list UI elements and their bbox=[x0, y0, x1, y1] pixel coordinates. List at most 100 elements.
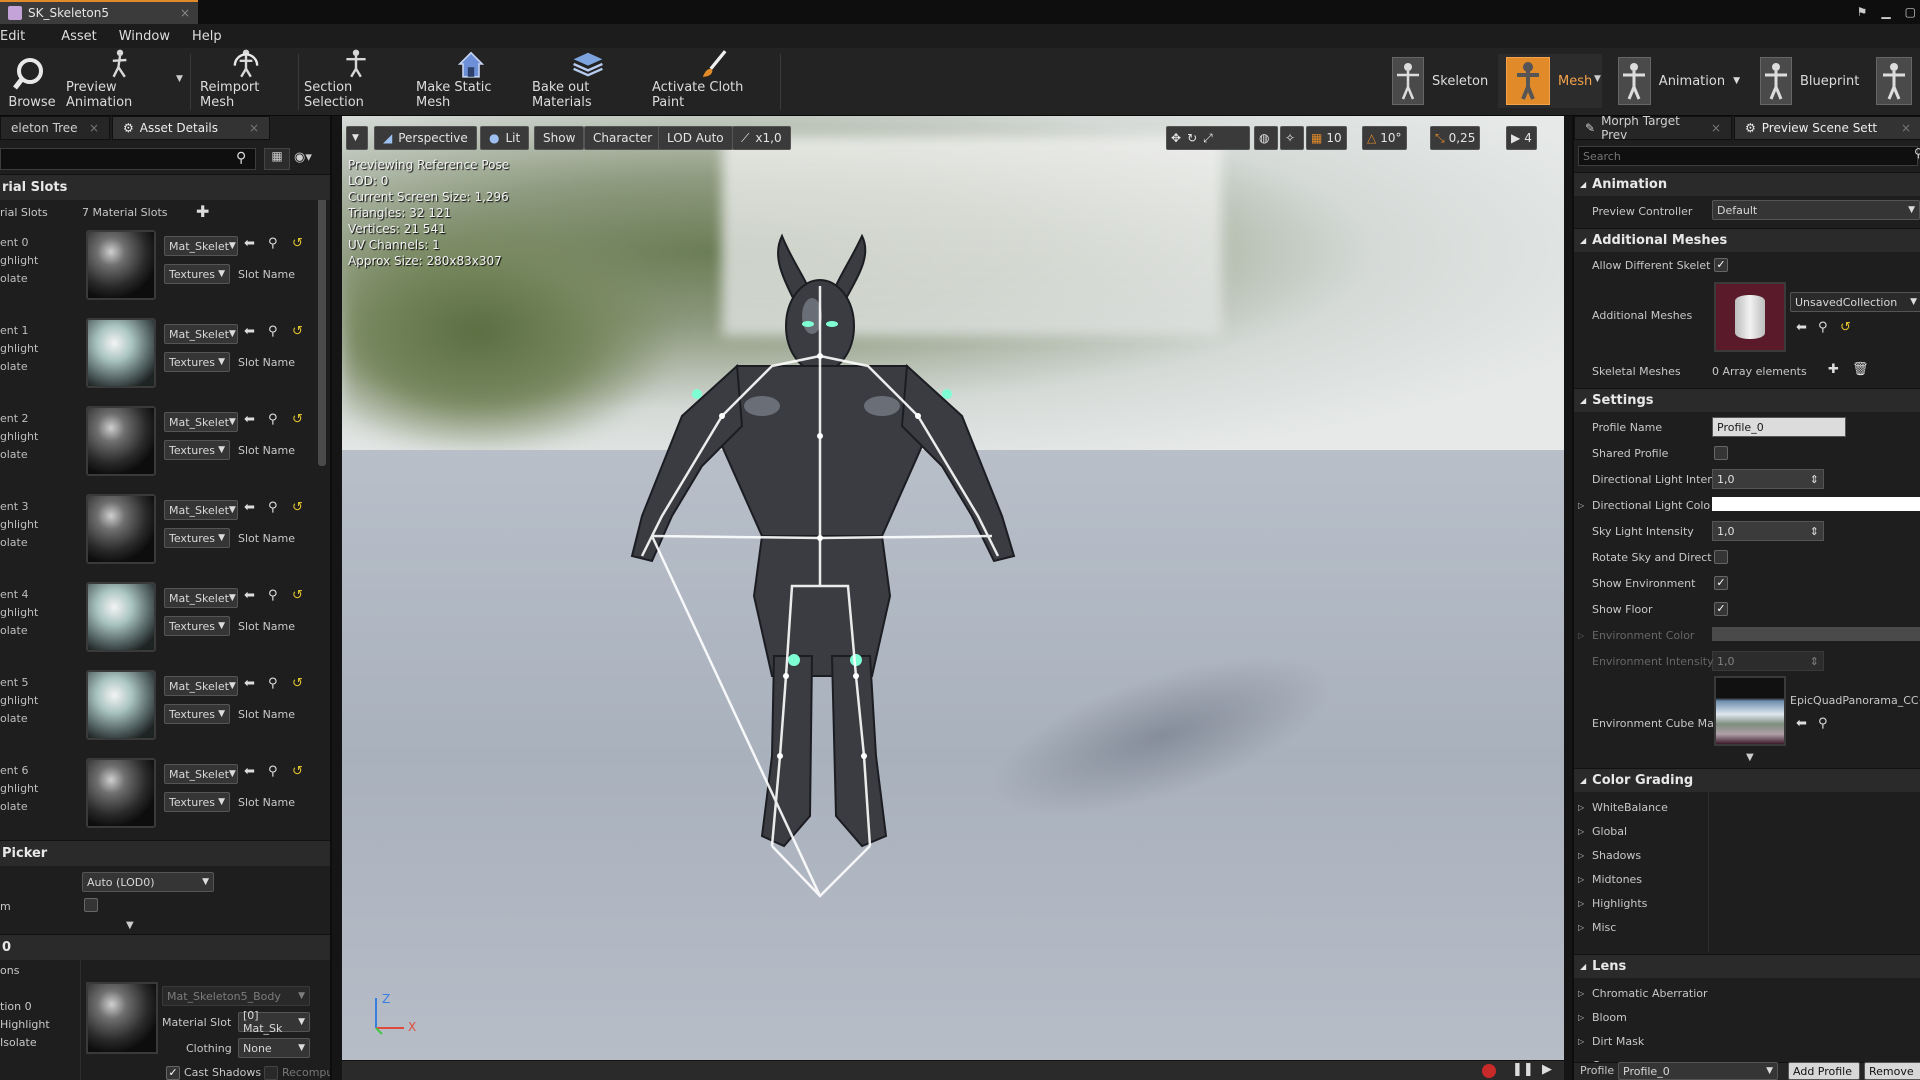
spin-icon[interactable]: ⇕ bbox=[1810, 473, 1819, 486]
material-combo[interactable]: Mat_Skelet ▼ bbox=[164, 764, 238, 784]
expand-arrow-icon[interactable]: ▼ bbox=[126, 920, 134, 931]
collection-dropdown[interactable]: UnsavedCollection ▼ bbox=[1790, 292, 1920, 312]
preview-animation-button[interactable]: Preview Animation bbox=[66, 48, 174, 116]
reset-icon[interactable]: ↺ bbox=[292, 500, 303, 515]
scale-icon[interactable]: ⤢ bbox=[1203, 131, 1213, 146]
minimize-icon[interactable]: ▁ bbox=[1881, 5, 1890, 19]
menu-window[interactable]: Window bbox=[119, 29, 170, 44]
close-tab-icon[interactable]: × bbox=[1711, 121, 1721, 135]
textures-dropdown[interactable]: Textures ▼ bbox=[164, 528, 230, 548]
expand-arrow-icon[interactable]: ▼ bbox=[1746, 752, 1754, 763]
lens-header[interactable]: ◢ Lens bbox=[1574, 954, 1920, 978]
mode-mesh[interactable]: Mesh bbox=[1498, 54, 1602, 108]
mode-physics[interactable] bbox=[1868, 54, 1920, 108]
clothing-combo[interactable]: None ▼ bbox=[238, 1038, 310, 1058]
cast-shadows-checkbox[interactable]: ✓ bbox=[166, 1066, 180, 1080]
textures-dropdown[interactable]: Textures ▼ bbox=[164, 440, 230, 460]
material-slots-header[interactable]: rial Slots bbox=[0, 174, 330, 200]
recompute-checkbox[interactable] bbox=[264, 1066, 278, 1080]
bake-out-materials-button[interactable]: Bake out Materials bbox=[532, 48, 644, 116]
character-button[interactable]: Character bbox=[584, 126, 662, 150]
document-tab[interactable]: SK_Skeleton5 × bbox=[0, 0, 198, 24]
color-grading-item[interactable]: ▷ Shadows bbox=[1574, 842, 1920, 868]
show-environment-checkbox[interactable]: ✓ bbox=[1714, 576, 1728, 590]
material-thumbnail[interactable] bbox=[86, 318, 156, 388]
lens-item[interactable]: ▷ Dirt Mask bbox=[1574, 1028, 1920, 1054]
section-0-material-thumbnail[interactable] bbox=[86, 982, 158, 1054]
use-selected-icon[interactable]: ⬅ bbox=[244, 412, 255, 427]
lit-button[interactable]: ● Lit bbox=[480, 126, 530, 150]
use-selected-icon[interactable]: ⬅ bbox=[244, 500, 255, 515]
lod-dropdown[interactable]: Auto (LOD0) ▼ bbox=[82, 872, 214, 892]
color-grading-item[interactable]: ▷ WhiteBalance bbox=[1574, 794, 1920, 820]
viewport[interactable]: ▼ ◢ Perspective ● Lit Show Character LOD A… bbox=[342, 116, 1564, 1060]
mode-blueprint[interactable]: Blueprint bbox=[1752, 54, 1864, 108]
picker-checkbox[interactable] bbox=[84, 898, 98, 912]
maximize-icon[interactable]: ▢ bbox=[1905, 5, 1916, 19]
tab-morph-target-preview[interactable]: ✎ Morph Target Prev × bbox=[1574, 116, 1732, 142]
section-selection-button[interactable]: Section Selection bbox=[304, 48, 408, 116]
material-combo[interactable]: Mat_Skelet ▼ bbox=[164, 412, 238, 432]
browse-button[interactable]: Browse bbox=[6, 48, 58, 116]
notification-icon[interactable]: ⚑ bbox=[1857, 5, 1868, 19]
environment-intensity-field[interactable]: 1,0 ⇕ bbox=[1712, 651, 1824, 671]
color-grading-item[interactable]: ▷ Highlights bbox=[1574, 890, 1920, 916]
tab-asset-details[interactable]: ⚙ Asset Details × bbox=[112, 116, 270, 140]
reset-icon[interactable]: ↺ bbox=[292, 676, 303, 691]
use-selected-icon[interactable]: ⬅ bbox=[244, 676, 255, 691]
expand-icon[interactable]: ▷ bbox=[1578, 631, 1584, 640]
textures-dropdown[interactable]: Textures ▼ bbox=[164, 352, 230, 372]
color-grading-item[interactable]: ▷ Midtones bbox=[1574, 866, 1920, 892]
tab-skeleton-tree[interactable]: eleton Tree × bbox=[0, 116, 110, 140]
record-button[interactable] bbox=[1482, 1064, 1496, 1078]
mode-animation-dropdown[interactable]: ▼ bbox=[1733, 76, 1740, 86]
close-tab-icon[interactable]: × bbox=[1901, 121, 1911, 135]
scale-snap-button[interactable]: ⤡ 0,25 bbox=[1430, 126, 1481, 150]
play-icon[interactable]: ▶ bbox=[1542, 1062, 1552, 1077]
spin-icon[interactable]: ⇕ bbox=[1810, 655, 1819, 668]
reset-icon[interactable]: ↺ bbox=[292, 324, 303, 339]
material-thumbnail[interactable] bbox=[86, 230, 156, 300]
show-button[interactable]: Show bbox=[534, 126, 585, 150]
search-icon[interactable]: ⚲ bbox=[236, 150, 246, 166]
color-grading-header[interactable]: ◢ Color Grading bbox=[1574, 768, 1920, 792]
use-selected-icon[interactable]: ⬅ bbox=[244, 324, 255, 339]
lod-picker-header[interactable]: Picker bbox=[0, 840, 330, 866]
material-combo[interactable]: Mat_Skelet ▼ bbox=[164, 236, 238, 256]
browse-icon[interactable]: ⚲ bbox=[268, 588, 278, 603]
visibility-icon[interactable]: ◉▾ bbox=[294, 150, 312, 165]
close-tab-icon[interactable]: × bbox=[180, 6, 190, 20]
add-profile-button[interactable]: Add Profile bbox=[1788, 1062, 1860, 1080]
collection-thumbnail[interactable] bbox=[1714, 282, 1786, 352]
delete-icon[interactable]: 🗑 bbox=[1852, 362, 1869, 377]
lens-item[interactable]: ▷ Bloom bbox=[1574, 1004, 1920, 1030]
pause-icon[interactable]: ❚❚ bbox=[1512, 1062, 1534, 1077]
browse-icon[interactable]: ⚲ bbox=[268, 500, 278, 515]
reset-icon[interactable]: ↺ bbox=[292, 588, 303, 603]
browse-icon[interactable]: ⚲ bbox=[268, 236, 278, 251]
use-selected-icon[interactable]: ⬅ bbox=[244, 764, 255, 779]
environment-cube-thumbnail[interactable] bbox=[1714, 676, 1786, 746]
browse-icon[interactable]: ⚲ bbox=[268, 412, 278, 427]
material-combo[interactable]: Mat_Skelet ▼ bbox=[164, 324, 238, 344]
grid-snap-button[interactable]: ▦ 10 bbox=[1306, 126, 1347, 150]
menu-help[interactable]: Help bbox=[192, 29, 222, 44]
material-combo[interactable]: Mat_Skelet ▼ bbox=[164, 676, 238, 696]
surface-snap-icon[interactable]: ✧ bbox=[1280, 126, 1304, 150]
translate-icon[interactable]: ✥ bbox=[1171, 131, 1181, 145]
material-thumbnail[interactable] bbox=[86, 406, 156, 476]
environment-color-swatch[interactable] bbox=[1712, 627, 1920, 641]
dir-light-color-swatch[interactable] bbox=[1712, 497, 1920, 511]
menu-edit[interactable]: Edit bbox=[0, 29, 25, 44]
preview-animation-dropdown[interactable]: ▼ bbox=[176, 74, 183, 84]
rotate-sky-checkbox[interactable] bbox=[1714, 550, 1728, 564]
perspective-button[interactable]: ◢ Perspective bbox=[374, 126, 477, 150]
allow-different-checkbox[interactable]: ✓ bbox=[1714, 258, 1728, 272]
use-selected-icon[interactable]: ⬅ bbox=[244, 236, 255, 251]
add-element-icon[interactable]: ✚ bbox=[1828, 362, 1839, 377]
browse-icon[interactable]: ⚲ bbox=[268, 676, 278, 691]
tab-preview-scene-settings[interactable]: ⚙ Preview Scene Sett × bbox=[1734, 116, 1920, 140]
close-tab-icon[interactable]: × bbox=[249, 121, 259, 135]
show-floor-checkbox[interactable]: ✓ bbox=[1714, 602, 1728, 616]
use-selected-icon[interactable]: ⬅ bbox=[244, 588, 255, 603]
